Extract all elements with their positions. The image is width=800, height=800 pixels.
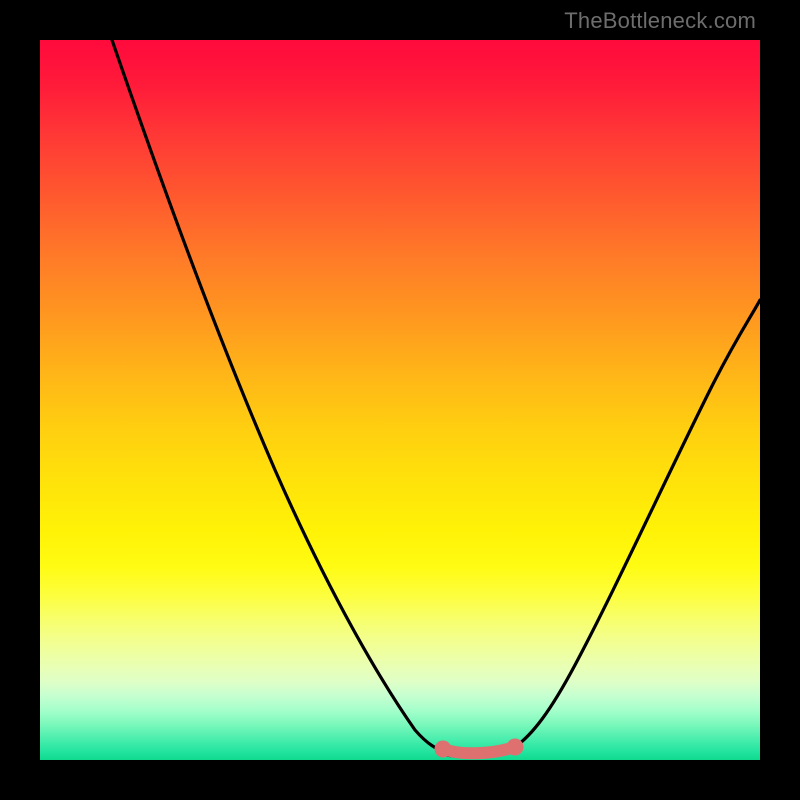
flat-highlight bbox=[443, 747, 515, 753]
watermark-text: TheBottleneck.com bbox=[564, 8, 756, 34]
curve-layer bbox=[40, 40, 760, 760]
left-curve bbox=[112, 40, 443, 750]
highlight-dot-left bbox=[435, 741, 452, 758]
chart-frame: TheBottleneck.com bbox=[0, 0, 800, 800]
plot-area bbox=[40, 40, 760, 760]
right-curve bbox=[515, 300, 760, 747]
highlight-dot-right bbox=[507, 739, 524, 756]
